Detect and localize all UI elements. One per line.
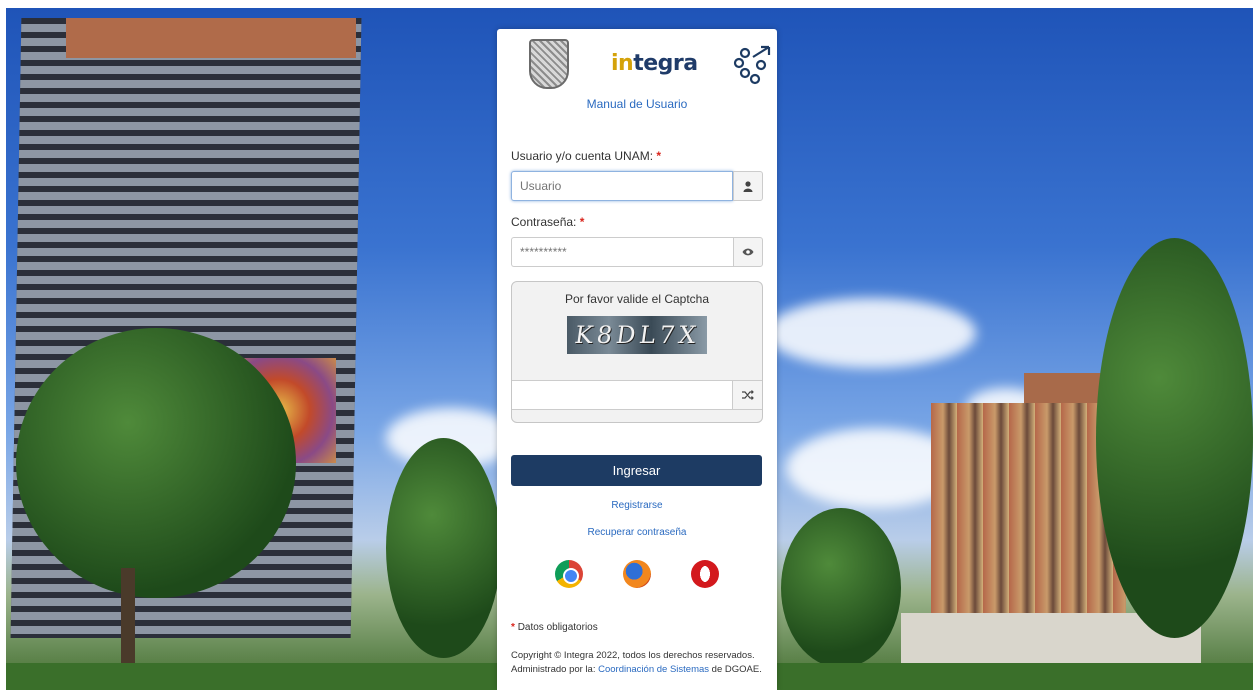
tree-trunk bbox=[121, 568, 135, 668]
password-label: Contraseña: * bbox=[511, 215, 763, 229]
required-note-text: Datos obligatorios bbox=[517, 622, 598, 633]
password-group bbox=[511, 237, 763, 267]
required-mark: * bbox=[579, 215, 585, 229]
shuffle-icon[interactable] bbox=[732, 380, 762, 410]
required-mark: * bbox=[511, 622, 515, 633]
user-icon bbox=[733, 171, 763, 201]
firefox-icon bbox=[623, 560, 651, 588]
captcha-text: K8DL7X bbox=[572, 321, 702, 349]
brand-accent: in bbox=[611, 51, 634, 76]
username-label: Usuario y/o cuenta UNAM: * bbox=[511, 149, 763, 163]
coordination-link[interactable]: Coordinación de Sistemas bbox=[598, 664, 709, 675]
captcha-panel: Por favor valide el Captcha K8DL7X bbox=[511, 281, 763, 423]
username-input[interactable] bbox=[511, 171, 733, 201]
manual-link[interactable]: Manual de Usuario bbox=[511, 97, 763, 111]
logo-bar: integra bbox=[511, 29, 771, 93]
captcha-input-group bbox=[512, 380, 762, 410]
recover-password-link[interactable]: Recuperar contraseña bbox=[511, 527, 763, 538]
admin-line: Administrado por la: Coordinación de Sis… bbox=[511, 663, 763, 677]
password-input[interactable] bbox=[511, 237, 733, 267]
browser-list bbox=[511, 560, 763, 590]
footer: Copyright © Integra 2022, todos los dere… bbox=[511, 649, 763, 677]
eye-icon[interactable] bbox=[733, 237, 763, 267]
username-group bbox=[511, 171, 763, 201]
captcha-input[interactable] bbox=[512, 380, 732, 410]
required-mark: * bbox=[656, 149, 662, 163]
login-card: integra Manual de Usuario Usuario y/o cu… bbox=[497, 29, 777, 690]
chrome-icon bbox=[555, 560, 583, 588]
tree bbox=[386, 438, 501, 658]
register-link[interactable]: Registrarse bbox=[511, 500, 763, 511]
tree bbox=[1096, 238, 1253, 638]
username-label-text: Usuario y/o cuenta UNAM: bbox=[511, 149, 654, 163]
tower-roof bbox=[66, 18, 356, 58]
login-button[interactable]: Ingresar bbox=[511, 455, 762, 486]
admin-suffix: de DGOAE. bbox=[711, 664, 762, 675]
captcha-image: K8DL7X bbox=[567, 316, 707, 354]
brand-rest: tegra bbox=[633, 51, 698, 76]
opera-icon bbox=[691, 560, 719, 588]
admin-prefix: Administrado por la: bbox=[511, 664, 596, 675]
required-note: * Datos obligatorios bbox=[511, 622, 763, 633]
integra-logo: integra bbox=[611, 51, 698, 76]
integra-icon bbox=[733, 45, 771, 85]
captcha-title: Por favor valide el Captcha bbox=[564, 292, 710, 306]
unam-shield-logo bbox=[529, 39, 569, 89]
password-label-text: Contraseña: bbox=[511, 215, 577, 229]
copyright-text: Copyright © Integra 2022, todos los dere… bbox=[511, 650, 755, 661]
cloud bbox=[766, 298, 976, 368]
tree bbox=[16, 328, 296, 598]
tree bbox=[781, 508, 901, 668]
